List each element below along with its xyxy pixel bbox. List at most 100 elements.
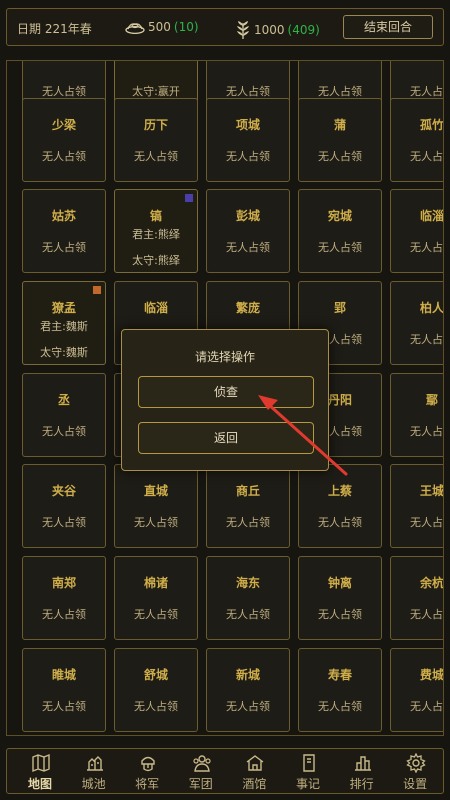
- city-name: 寿春: [327, 668, 352, 682]
- nav-item[interactable]: 军团: [174, 749, 228, 793]
- city-name: 獠孟: [51, 301, 76, 315]
- map-city-cell[interactable]: 余杭无人占领: [390, 556, 444, 640]
- city-name: 郢: [333, 301, 346, 315]
- map-city-cell[interactable]: 王城无人占领: [390, 464, 444, 548]
- city-icon: [86, 756, 103, 771]
- end-turn-button[interactable]: 结束回合: [343, 15, 433, 39]
- top-status-bar: 日期 221年春 500 (10) 1000 (409) 结束回合: [6, 8, 444, 46]
- city-status: 无人占领: [410, 425, 443, 438]
- nav-item[interactable]: 地图: [13, 749, 67, 793]
- action-dialog: 请选择操作 侦查 返回: [121, 329, 329, 471]
- city-name: 王城: [419, 484, 444, 498]
- city-status: 无人占领: [42, 608, 86, 621]
- army-icon: [193, 755, 211, 772]
- wheat-icon: [237, 21, 249, 39]
- city-name: 棉诸: [143, 576, 168, 590]
- map-city-cell[interactable]: 宛城 无人占领: [298, 189, 382, 273]
- map-city-cell[interactable]: 商丘 无人占领: [206, 464, 290, 548]
- map-city-cell[interactable]: 南郑 无人占领: [22, 556, 106, 640]
- map-city-cell[interactable]: 棉诸 无人占领: [114, 556, 198, 640]
- grain-resource: 1000 (409): [235, 20, 320, 40]
- city-name: 宛城: [327, 209, 352, 223]
- map-city-cell[interactable]: 上蔡 无人占领: [298, 464, 382, 548]
- tavern-icon: [246, 755, 264, 771]
- map-city-cell[interactable]: 姑苏 无人占领: [22, 189, 106, 273]
- city-status: 无人占领: [226, 150, 270, 163]
- city-status: 无人占领: [226, 516, 270, 529]
- city-name: 海东: [235, 576, 260, 590]
- city-name: 余杭: [419, 576, 444, 590]
- map-city-cell[interactable]: 寿春 无人占领: [298, 648, 382, 732]
- city-status: 无人占领: [226, 241, 270, 254]
- city-name: 镐: [149, 209, 162, 223]
- nav-item[interactable]: 城池: [67, 749, 121, 793]
- settings-icon: [406, 753, 426, 773]
- map-city-cell[interactable]: 历下 无人占领: [114, 98, 198, 182]
- city-status: 无人占领: [134, 150, 178, 163]
- map-city-cell[interactable]: 舒城 无人占领: [114, 648, 198, 732]
- city-status: 无人占领: [410, 241, 443, 254]
- nav-item-label: 城池: [81, 777, 106, 791]
- city-name: 鄢: [425, 393, 438, 407]
- map-city-cell[interactable]: 丞无人占领: [22, 373, 106, 457]
- nav-item[interactable]: 酒馆: [227, 749, 281, 793]
- city-name: 睢城: [51, 668, 76, 682]
- city-name: 费城: [419, 668, 444, 682]
- map-city-cell[interactable]: 费城无人占领: [390, 648, 444, 732]
- scout-button[interactable]: 侦查: [138, 376, 314, 408]
- map-city-cell[interactable]: 临淄无人占领: [390, 189, 444, 273]
- map-city-cell[interactable]: 柏人无人占领: [390, 281, 444, 365]
- city-status: 无人占领: [318, 150, 362, 163]
- map-city-cell[interactable]: 钟离 无人占领: [298, 556, 382, 640]
- city-name: 历下: [143, 118, 168, 132]
- map-city-cell[interactable]: 项城 无人占领: [206, 98, 290, 182]
- silver-resource: 500 (10): [125, 20, 199, 34]
- nav-item[interactable]: 事记: [281, 749, 335, 793]
- nav-item-label: 地图: [27, 777, 52, 791]
- city-status: 无人占领: [410, 516, 443, 529]
- map-city-cell[interactable]: 蒲无人占领: [298, 98, 382, 182]
- grain-income: (409): [287, 23, 320, 37]
- back-button[interactable]: 返回: [138, 422, 314, 454]
- map-city-cell[interactable]: 鄢无人占领: [390, 373, 443, 457]
- city-status: 无人占领: [226, 700, 270, 713]
- city-status: 无人占领: [410, 700, 443, 713]
- city-status: 无人占领: [318, 608, 362, 621]
- map-city-cell[interactable]: 獠孟君主:魏斯太守:魏斯: [22, 281, 106, 365]
- city-name: 蒲: [333, 118, 346, 132]
- nav-item-label: 设置: [403, 777, 428, 791]
- nav-item[interactable]: 将军: [120, 749, 174, 793]
- map-city-cell[interactable]: 海东 无人占领: [206, 556, 290, 640]
- nav-item[interactable]: 排行: [335, 749, 389, 793]
- map-city-cell[interactable]: 夹谷 无人占领: [22, 464, 106, 548]
- city-governor: 太守:魏斯: [40, 346, 88, 359]
- city-name: 临淄: [419, 209, 444, 223]
- city-status: 无人占领: [134, 700, 178, 713]
- city-status: 无人占领: [42, 241, 86, 254]
- map-city-cell[interactable]: 少梁 无人占领: [22, 98, 106, 182]
- city-name: 夹谷: [51, 484, 76, 498]
- nav-item-label: 军团: [188, 777, 213, 791]
- city-status: 无人占领: [318, 700, 362, 713]
- map-city-cell[interactable]: 新城 无人占领: [206, 648, 290, 732]
- map-city-cell[interactable]: 直城 无人占领: [114, 464, 198, 548]
- silver-income: (10): [173, 20, 199, 34]
- city-name: 新城: [235, 668, 260, 682]
- city-status: 无人占领: [42, 150, 86, 163]
- map-city-cell[interactable]: 孤竹无人占领: [390, 98, 443, 182]
- ranking-icon: [354, 756, 371, 771]
- nav-item-label: 将军: [135, 777, 160, 791]
- map-city-cell[interactable]: 镐君主:熊绎 太守:熊绎: [114, 189, 198, 273]
- nav-item[interactable]: 设置: [388, 749, 442, 793]
- city-name: 南郑: [51, 576, 76, 590]
- city-name: 商丘: [235, 484, 260, 498]
- map-city-cell[interactable]: 彭城 无人占领: [206, 189, 290, 273]
- city-name: 柏人: [419, 301, 444, 315]
- silver-ingot-icon: [125, 23, 145, 34]
- city-name: 少梁: [51, 118, 76, 132]
- city-status: 无人占领: [318, 241, 362, 254]
- map-city-cell[interactable]: 睢城 无人占领: [22, 648, 106, 732]
- record-icon: [303, 754, 315, 772]
- city-lord: 君主:熊绎: [132, 228, 180, 241]
- city-lord: 君主:魏斯: [40, 320, 88, 333]
